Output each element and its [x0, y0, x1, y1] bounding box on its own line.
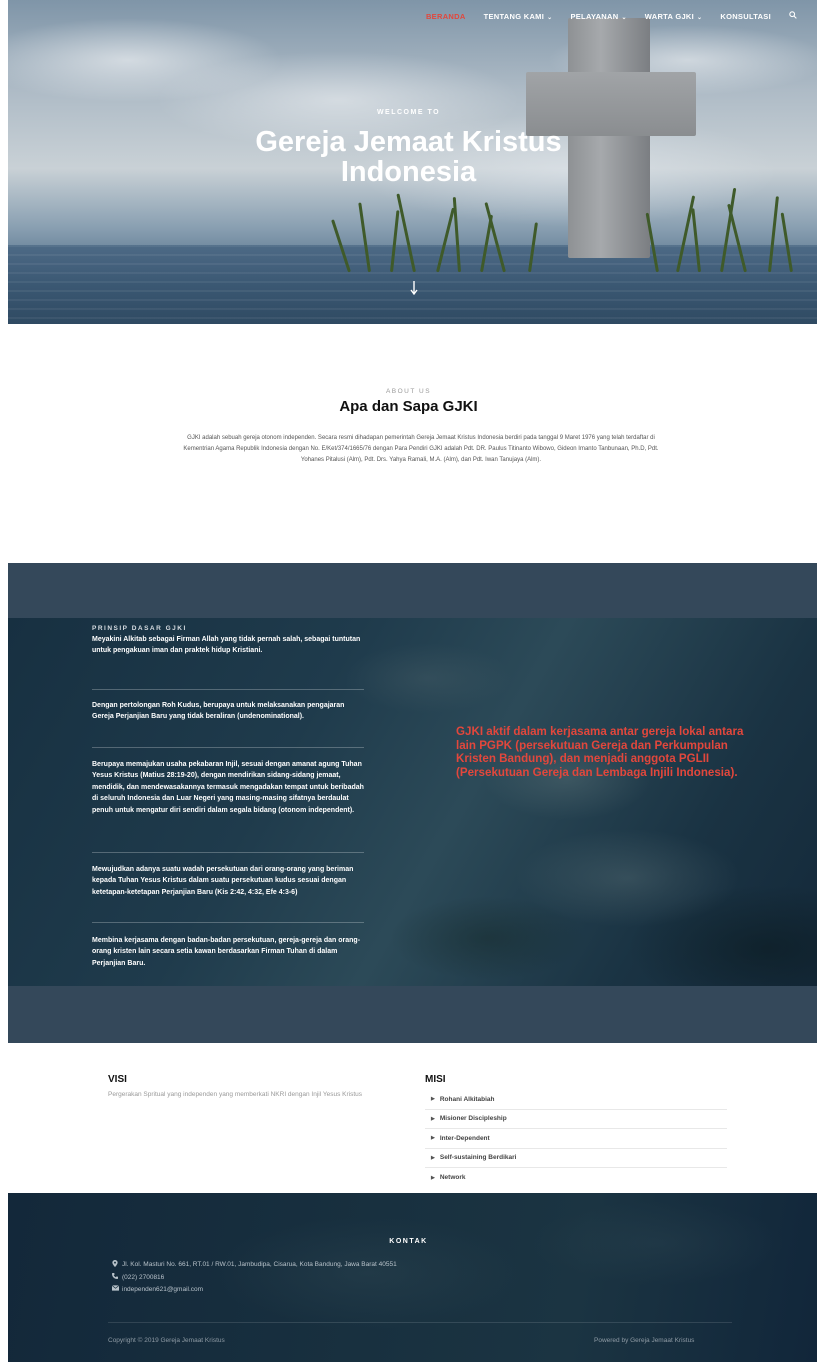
- nav-item-konsultasi[interactable]: KONSULTASI: [720, 12, 771, 21]
- chevron-down-icon: ⌄: [697, 14, 703, 21]
- address-text: Jl. Kol. Masturi No. 661, RT.01 / RW.01,…: [122, 1261, 397, 1268]
- visi-title: VISI: [108, 1074, 127, 1085]
- caret-right-icon: ▶: [431, 1135, 435, 1142]
- misi-item-label: Misioner Discipleship: [439, 1115, 507, 1123]
- caret-right-icon: ▶: [431, 1096, 435, 1103]
- caret-right-icon: ▶: [431, 1115, 435, 1122]
- caret-right-icon: ▶: [431, 1174, 435, 1181]
- search-icon[interactable]: [789, 11, 797, 21]
- prinsip-item: Membina kerjasama dengan badan-badan per…: [92, 937, 361, 967]
- prinsip-quote: GJKI aktif dalam kerjasama antar gereja …: [456, 725, 744, 779]
- envelope-icon: [111, 1285, 122, 1293]
- prinsip-divider: [92, 689, 364, 690]
- contact-address: Jl. Kol. Masturi No. 661, RT.01 / RW.01,…: [112, 1260, 397, 1269]
- misi-list: ▶ Rohani Alkitabiah ▶ Misioner Discipleshi…: [425, 1090, 727, 1188]
- hero-title-line1: Gereja Jemaat Kristus: [255, 126, 562, 158]
- prinsip-band-bottom: [8, 986, 817, 1043]
- misi-item: ▶ Misioner Discipleship: [425, 1110, 727, 1129]
- grass-left: [331, 182, 558, 273]
- misi-item-label: Network: [439, 1174, 466, 1182]
- misi-item: ▶ Inter-Dependent: [425, 1129, 727, 1149]
- arrow-down-icon[interactable]: [410, 281, 418, 298]
- misi-item: ▶ Rohani Alkitabiah: [425, 1090, 727, 1110]
- caret-right-icon: ▶: [431, 1154, 435, 1161]
- nav-item-label: TENTANG KAMI: [483, 11, 545, 21]
- prinsip-kicker: PRINSIP DASAR GJKI: [92, 625, 187, 632]
- chevron-down-icon: ⌄: [547, 14, 553, 21]
- nav-item-warta-gjki[interactable]: WARTA GJKI ⌄: [645, 12, 703, 21]
- copyright-text: Copyright © 2019 Gereja Jemaat Kristus: [108, 1337, 225, 1344]
- phone-text: (022) 2700816: [122, 1273, 165, 1281]
- hero-title-line2: Indonesia: [340, 156, 477, 188]
- misi-item: ▶ Self-sustaining Berdikari: [425, 1149, 727, 1168]
- about-body: GJKI adalah sebuah gereja otonom indepen…: [183, 435, 659, 463]
- misi-item: ▶ Network: [425, 1168, 727, 1188]
- about-kicker: ABOUT US: [385, 388, 432, 395]
- prinsip-divider: [92, 852, 364, 853]
- contact-email: independen621@gmail.com: [111, 1285, 203, 1293]
- nav-item-label: PELAYANAN: [570, 11, 619, 21]
- grass-right: [645, 182, 808, 273]
- map-pin-icon: [112, 1260, 122, 1269]
- contact-phone: (022) 2700816: [112, 1273, 164, 1281]
- nav-item-label: WARTA GJKI: [644, 11, 695, 21]
- misi-item-label: Inter-Dependent: [439, 1134, 490, 1142]
- visi-text: Pergerakan Spritual yang independen yang…: [108, 1091, 363, 1098]
- phone-icon: [112, 1273, 122, 1281]
- nav-item-tentang-kami[interactable]: TENTANG KAMI ⌄: [484, 12, 553, 21]
- hero-title: Gereja Jemaat Kristus Indonesia: [0, 127, 817, 187]
- prinsip-item: Berupaya memajukan usaha pekabaran Injil…: [92, 761, 364, 814]
- main-nav: BERANDA TENTANG KAMI ⌄ PELAYANAN ⌄ WARTA G…: [426, 11, 797, 21]
- prinsip-divider: [92, 747, 364, 748]
- prinsip-item: Meyakini Alkitab sebagai Firman Allah ya…: [92, 636, 361, 655]
- prinsip-item: Mewujudkan adanya suatu wadah persekutua…: [92, 866, 354, 896]
- powered-by-text: Powered by Gereja Jemaat Kristus: [594, 1337, 695, 1344]
- about-title: Apa dan Sapa GJKI: [339, 398, 478, 415]
- misi-title: MISI: [425, 1074, 446, 1085]
- misi-item-label: Self-sustaining Berdikari: [439, 1154, 517, 1162]
- kontak-title: KONTAK: [389, 1238, 428, 1245]
- prinsip-divider: [92, 922, 364, 923]
- nav-item-pelayanan[interactable]: PELAYANAN ⌄: [570, 12, 626, 21]
- misi-item-label: Rohani Alkitabiah: [439, 1095, 495, 1103]
- prinsip-band-top: [8, 563, 817, 618]
- hero-kicker: WELCOME TO: [376, 109, 441, 116]
- footer-divider: [108, 1322, 732, 1323]
- prinsip-item: Dengan pertolongan Roh Kudus, berupaya u…: [92, 702, 345, 721]
- nav-item-beranda[interactable]: BERANDA: [426, 12, 466, 21]
- email-link[interactable]: independen621@gmail.com: [122, 1286, 203, 1293]
- chevron-down-icon: ⌄: [621, 14, 627, 21]
